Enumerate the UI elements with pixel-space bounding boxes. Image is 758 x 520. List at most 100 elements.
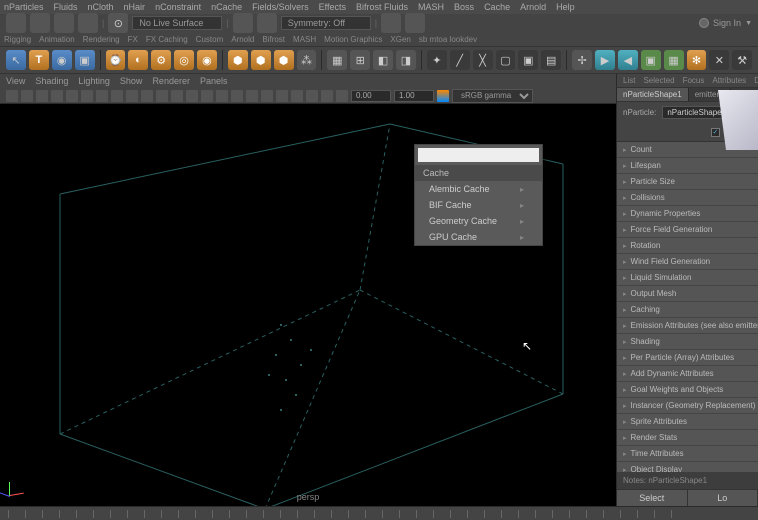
shelf-icon-3[interactable] <box>54 13 74 33</box>
tool-lamp-icon[interactable]: ◐ <box>128 50 148 70</box>
menu-effects[interactable]: Effects <box>319 2 346 12</box>
tab-fxcaching[interactable]: FX Caching <box>146 35 188 44</box>
menu-bifrost[interactable]: Bifrost Fluids <box>356 2 408 12</box>
tool-gen3-icon[interactable]: ◧ <box>373 50 393 70</box>
section-dynamic[interactable]: Dynamic Properties <box>617 206 758 222</box>
attr-sections[interactable]: Count Lifespan Particle Size Collisions … <box>617 142 758 472</box>
vp-tool-13[interactable] <box>186 90 198 102</box>
tool-box2-icon[interactable]: ▣ <box>518 50 538 70</box>
tab-bifrost[interactable]: Bifrost <box>262 35 285 44</box>
tab-mtoa[interactable]: sb mtoa lookdev <box>419 35 477 44</box>
frame-start-field[interactable] <box>351 90 391 102</box>
timeline[interactable] <box>0 506 758 520</box>
viewport-3d[interactable]: Cache Alembic Cache▸ BIF Cache▸ Geometry… <box>0 104 616 506</box>
menu-boss[interactable]: Boss <box>454 2 474 12</box>
vp-tool-18[interactable] <box>261 90 273 102</box>
menu-cache[interactable]: Cache <box>484 2 510 12</box>
vp-tool-color[interactable] <box>437 90 449 102</box>
section-output-mesh[interactable]: Output Mesh <box>617 286 758 302</box>
attr-tab-focus[interactable]: Focus <box>683 76 705 85</box>
vp-tool-2[interactable] <box>21 90 33 102</box>
vp-tool-16[interactable] <box>231 90 243 102</box>
vp-tool-14[interactable] <box>201 90 213 102</box>
menu-ncloth[interactable]: nCloth <box>88 2 114 12</box>
tool-hex3-icon[interactable]: ⬢ <box>274 50 294 70</box>
section-instancer[interactable]: Instancer (Geometry Replacement) <box>617 398 758 414</box>
tool-cube1-icon[interactable]: ▣ <box>641 50 661 70</box>
menu-arnold[interactable]: Arnold <box>520 2 546 12</box>
context-search-input[interactable] <box>418 148 539 162</box>
tool-gen2-icon[interactable]: ⊞ <box>350 50 370 70</box>
vp-tool-19[interactable] <box>276 90 288 102</box>
vp-tool-9[interactable] <box>126 90 138 102</box>
section-per-particle[interactable]: Per Particle (Array) Attributes <box>617 350 758 366</box>
shelf-icon-1[interactable] <box>6 13 26 33</box>
vp-tool-7[interactable] <box>96 90 108 102</box>
tool-bullet-icon[interactable]: ▶ <box>595 50 615 70</box>
tool-misc1-icon[interactable]: ✢ <box>572 50 592 70</box>
main-menubar[interactable]: nParticles Fluids nCloth nHair nConstrai… <box>0 0 758 14</box>
vp-menu-lighting[interactable]: Lighting <box>78 76 110 86</box>
menu-help[interactable]: Help <box>556 2 575 12</box>
attr-tab-selected[interactable]: Selected <box>643 76 674 85</box>
shelf-icon-4[interactable] <box>78 13 98 33</box>
section-caching[interactable]: Caching <box>617 302 758 318</box>
enable-checkbox[interactable]: ✓ <box>711 128 720 137</box>
context-item-gpu[interactable]: GPU Cache▸ <box>415 229 542 245</box>
vp-menu-panels[interactable]: Panels <box>200 76 228 86</box>
vp-tool-22[interactable] <box>321 90 333 102</box>
shelf-icon-8[interactable] <box>405 13 425 33</box>
tool-clock-icon[interactable]: ⌚ <box>106 50 126 70</box>
vp-menu-renderer[interactable]: Renderer <box>152 76 190 86</box>
vp-tool-23[interactable] <box>336 90 348 102</box>
symmetry-dropdown[interactable]: Symmetry: Off <box>281 16 371 30</box>
tab-rigging[interactable]: Rigging <box>4 35 31 44</box>
tab-arnold[interactable]: Arnold <box>231 35 254 44</box>
section-time[interactable]: Time Attributes <box>617 446 758 462</box>
menu-mash[interactable]: MASH <box>418 2 444 12</box>
shelf-icon-7[interactable] <box>381 13 401 33</box>
menu-ncache[interactable]: nCache <box>211 2 242 12</box>
section-shading[interactable]: Shading <box>617 334 758 350</box>
shelf-icon-2[interactable] <box>30 13 50 33</box>
vp-tool-10[interactable] <box>141 90 153 102</box>
obj-tab-nparticleshape[interactable]: nParticleShape1 <box>617 88 689 101</box>
vp-tool-1[interactable] <box>6 90 18 102</box>
tab-rendering[interactable]: Rendering <box>83 35 120 44</box>
vp-tool-8[interactable] <box>111 90 123 102</box>
tool-gen4-icon[interactable]: ◨ <box>396 50 416 70</box>
vp-menu-show[interactable]: Show <box>120 76 143 86</box>
tool-spiral-icon[interactable]: ◉ <box>197 50 217 70</box>
tab-mash[interactable]: MASH <box>293 35 316 44</box>
section-object-display[interactable]: Object Display <box>617 462 758 472</box>
attr-tab-attributes[interactable]: Attributes <box>712 76 746 85</box>
vp-tool-3[interactable] <box>36 90 48 102</box>
tool-circle-icon[interactable]: ◉ <box>52 50 72 70</box>
section-sprite[interactable]: Sprite Attributes <box>617 414 758 430</box>
tool-square-icon[interactable]: ▣ <box>75 50 95 70</box>
shelf-icon-6[interactable] <box>257 13 277 33</box>
attr-tab-display[interactable]: Display <box>754 76 758 85</box>
tab-fx[interactable]: FX <box>128 35 138 44</box>
vp-tool-6[interactable] <box>81 90 93 102</box>
tool-bullet2-icon[interactable]: ◀ <box>618 50 638 70</box>
tool-x-icon[interactable]: ✕ <box>709 50 729 70</box>
tool-text-icon[interactable]: T <box>29 50 49 70</box>
section-force-field[interactable]: Force Field Generation <box>617 222 758 238</box>
menu-nhair[interactable]: nHair <box>124 2 146 12</box>
tool-select-icon[interactable]: ↖ <box>6 50 26 70</box>
tool-wrench-icon[interactable]: ⚒ <box>732 50 752 70</box>
context-item-geometry[interactable]: Geometry Cache▸ <box>415 213 542 229</box>
attr-tab-list[interactable]: List <box>623 76 635 85</box>
tab-custom[interactable]: Custom <box>196 35 224 44</box>
tool-cross-icon[interactable]: ✦ <box>427 50 447 70</box>
section-emission[interactable]: Emission Attributes (see also emitter ta… <box>617 318 758 334</box>
shelf-icon-5[interactable] <box>233 13 253 33</box>
tab-animation[interactable]: Animation <box>39 35 75 44</box>
tab-xgen[interactable]: XGen <box>390 35 410 44</box>
load-button[interactable]: Lo <box>688 490 758 506</box>
vp-menu-shading[interactable]: Shading <box>35 76 68 86</box>
tool-link-icon[interactable]: ⁂ <box>297 50 317 70</box>
tool-brush2-icon[interactable]: ╳ <box>473 50 493 70</box>
menu-nparticles[interactable]: nParticles <box>4 2 44 12</box>
